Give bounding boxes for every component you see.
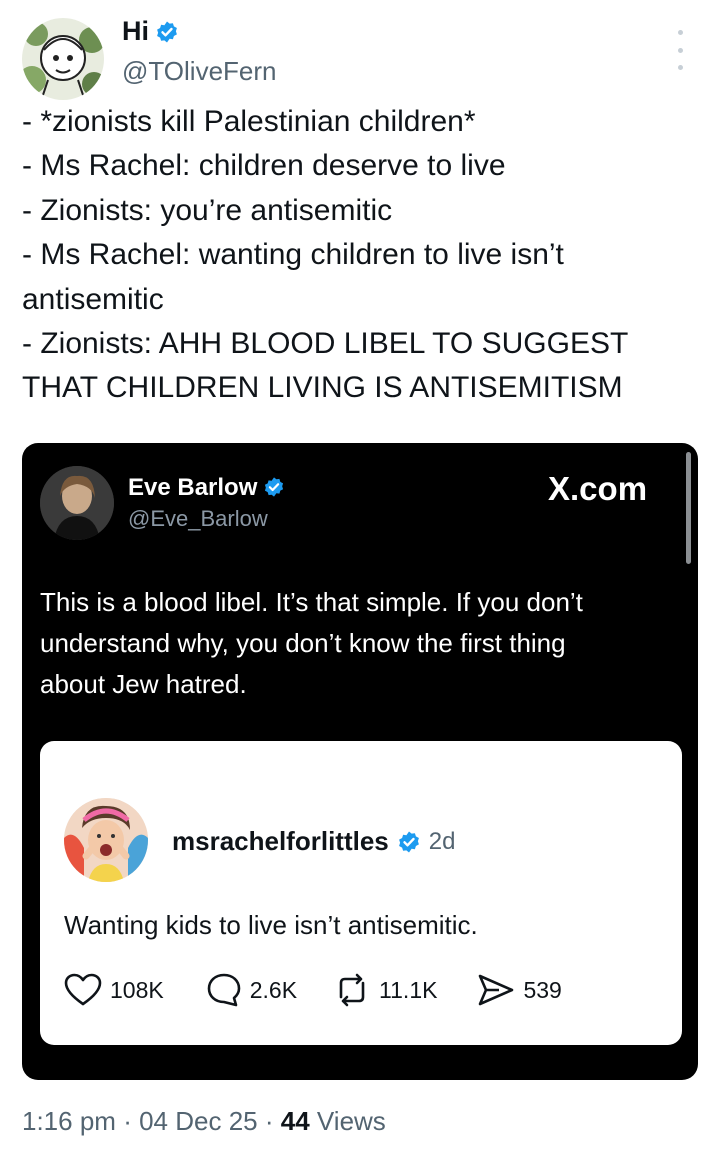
tweet-text-line: THAT CHILDREN LIVING IS ANTISEMITISM <box>22 371 623 405</box>
tweet-text-line: - Zionists: you’re antisemitic <box>22 193 393 227</box>
embedded-text-line: understand why, you don’t know the first… <box>40 628 566 658</box>
quoted-author-avatar <box>64 798 148 882</box>
embedded-author-name-row: Eve Barlow <box>128 474 287 502</box>
share-icon <box>477 973 515 1007</box>
tweet-text-line: - Ms Rachel: children deserve to live <box>22 149 506 183</box>
like-count: 108K <box>110 976 164 1003</box>
separator: · <box>264 1106 274 1136</box>
quoted-post-text: Wanting kids to live isn’t antisemitic. <box>64 910 478 940</box>
tweet-text-line: - Zionists: AHH BLOOD LIBEL TO SUGGEST <box>22 327 629 361</box>
embedded-post-text: This is a blood libel. It’s that simple.… <box>40 582 680 705</box>
like-stat: 108K <box>64 973 164 1007</box>
tweet-text-line: - Ms Rachel: wanting children to live is… <box>22 238 564 272</box>
heart-icon <box>64 973 102 1007</box>
embedded-text-line: This is a blood libel. It’s that simple.… <box>40 587 583 617</box>
post-time[interactable]: 1:16 pm <box>22 1106 116 1136</box>
author-avatar[interactable] <box>22 18 104 100</box>
embedded-author-handle: @Eve_Barlow <box>128 506 268 531</box>
post-date[interactable]: 04 Dec 25 <box>139 1106 258 1136</box>
quoted-post-stats: 108K 2.6K 11.1K 539 <box>64 972 562 1008</box>
repost-count: 11.1K <box>379 976 438 1003</box>
embedded-text-line: about Jew hatred. <box>40 669 247 699</box>
comment-icon <box>206 972 242 1008</box>
tweet-footer: 1:16 pm · 04 Dec 25 · 44 Views <box>22 1106 386 1137</box>
tweet-text-line: antisemitic <box>22 282 164 316</box>
embedded-author-name: Eve Barlow <box>128 474 258 501</box>
share-count: 539 <box>523 976 562 1003</box>
comment-stat: 2.6K <box>206 972 297 1008</box>
repost-stat: 11.1K <box>333 973 437 1007</box>
quoted-post-age: 2d <box>428 827 456 855</box>
quoted-author-name: msrachelforlittles <box>172 826 389 856</box>
scrollbar <box>686 452 691 564</box>
author-display-name[interactable]: Hi <box>122 16 149 47</box>
verified-badge-icon <box>155 20 179 44</box>
views-count: 44 <box>280 1106 310 1136</box>
separator: · <box>123 1106 132 1136</box>
share-stat: 539 <box>477 973 562 1007</box>
comment-count: 2.6K <box>249 976 298 1003</box>
verified-badge-icon <box>397 830 421 854</box>
author-handle[interactable]: @TOliveFern <box>122 56 277 87</box>
tweet-text: - *zionists kill Palestinian children* -… <box>22 100 712 411</box>
views-label: Views <box>316 1106 386 1136</box>
more-options-icon[interactable] <box>668 30 692 70</box>
site-label: X.com <box>548 470 648 507</box>
embedded-author-avatar <box>40 466 114 540</box>
quoted-author-row: msrachelforlittles 2d <box>172 826 455 857</box>
tweet-text-line: - *zionists kill Palestinian children* <box>22 105 476 138</box>
verified-badge-icon <box>263 476 287 500</box>
repost-icon <box>333 973 371 1007</box>
author-name-row: Hi <box>122 16 179 47</box>
